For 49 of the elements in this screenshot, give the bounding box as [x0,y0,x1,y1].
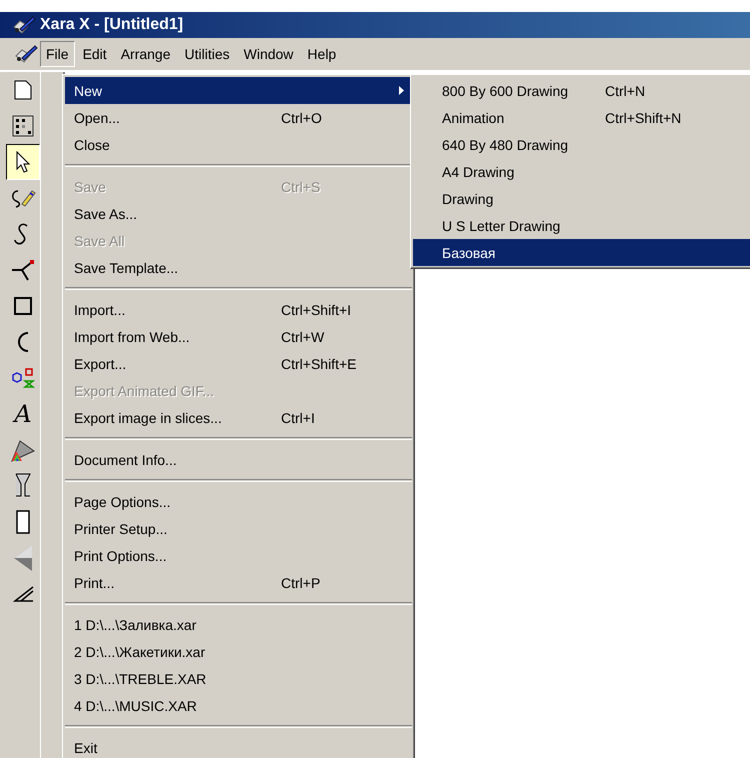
text-tool-icon: A [14,402,32,426]
menu-entry[interactable]: Close [65,131,412,158]
menu-entry[interactable]: Save As... [65,200,412,227]
arrow-pointer-icon [16,151,30,173]
menu-item[interactable]: Utilities [178,41,236,67]
menu-item[interactable]: File [40,41,75,67]
window-title: Xara X - [Untitled1] [40,16,184,34]
menu-entry[interactable]: 800 By 600 Drawing Ctrl+N [413,77,750,104]
document-icon [14,44,38,64]
menu-entry[interactable]: Базовая [413,239,750,266]
menu-entry[interactable]: 3 D:\...\TREBLE.XAR [65,665,412,692]
tool-button[interactable]: A [6,396,40,432]
menu-entry[interactable]: Open... Ctrl+O [65,104,412,131]
menu-entry[interactable]: 4 D:\...\MUSIC.XAR [65,692,412,719]
menu-entry[interactable]: Print... Ctrl+P [65,569,412,596]
menu-entry[interactable]: Print Options... [65,542,412,569]
rectangle-outline-icon [16,510,30,534]
menu-entry[interactable]: Export image in slices... Ctrl+I [65,404,412,431]
bevel-icon [12,544,34,572]
menu-entry[interactable]: New [65,77,412,104]
menu-entry[interactable]: A4 Drawing [413,158,750,185]
grid-icon [12,115,34,137]
menu-entry[interactable]: Import from Web... Ctrl+W [65,323,412,350]
menu-entry[interactable]: 640 By 480 Drawing [413,131,750,158]
menu-entry[interactable]: Printer Setup... [65,515,412,542]
menu-entry[interactable]: U S Letter Drawing [413,212,750,239]
rectangle-icon [14,297,32,315]
menu-entry[interactable]: Export... Ctrl+Shift+E [65,350,412,377]
menu-entry[interactable]: Document Info... [65,446,412,473]
menu-entry[interactable]: Save Template... [65,254,412,281]
pencil-squiggle-icon [10,188,36,208]
menu-item[interactable]: Edit [76,41,113,67]
wine-glass-icon [15,473,31,499]
pen-tool-icon [10,258,36,282]
menu-item[interactable]: Arrange [114,41,176,67]
menu-entry[interactable]: Drawing [413,185,750,212]
menu-entry[interactable]: 2 D:\...\Жакетики.xar [65,638,412,665]
menu-entry[interactable]: 1 D:\...\Заливка.xar [65,611,412,638]
app-logo-icon [12,15,36,35]
menu-item[interactable]: Window [238,41,300,67]
menu-entry[interactable]: Page Options... [65,488,412,515]
menu-entry[interactable]: Import... Ctrl+Shift+I [65,296,412,323]
tool-button[interactable] [6,144,40,180]
menu-entry[interactable]: Exit [65,734,412,758]
menu-item[interactable]: Help [301,41,342,67]
contour-icon [12,586,34,602]
menu-entry[interactable]: Animation Ctrl+Shift+N [413,104,750,131]
shapes-icon [11,367,35,389]
new-page-icon [14,80,32,100]
